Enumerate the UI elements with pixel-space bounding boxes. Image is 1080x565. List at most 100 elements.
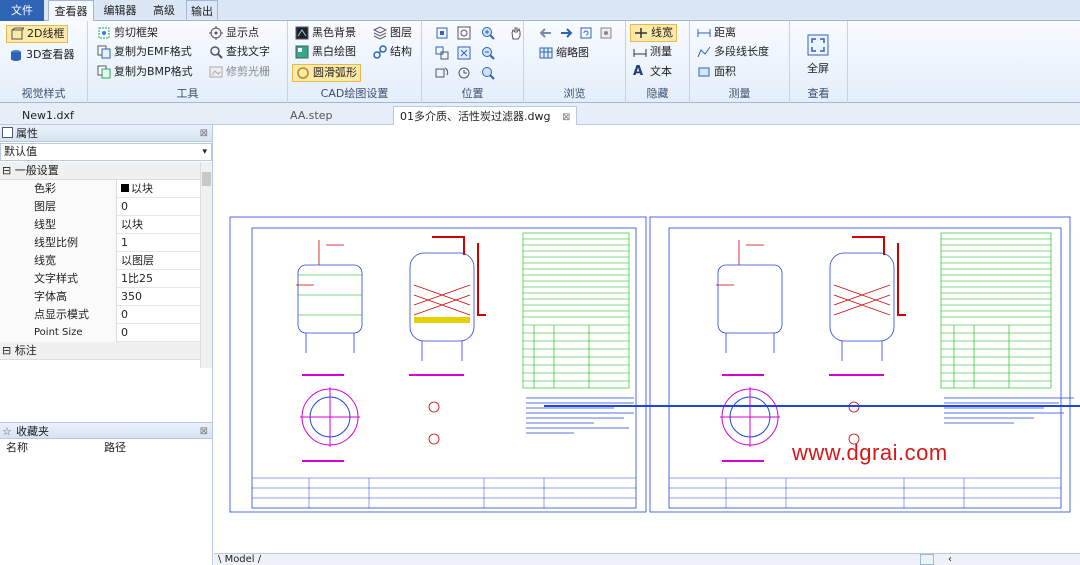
measure-toggle-button[interactable]: 测量 xyxy=(630,43,675,61)
property-grid: ⊟ 一般设置 色彩 以块 图层 0 线型 以块 线型比例 1 线宽 以图层 文字样式 1比2… xyxy=(0,162,212,368)
property-row[interactable]: 线宽 以图层 xyxy=(0,252,212,270)
text-toggle-button[interactable]: A 文本 xyxy=(630,63,675,81)
property-row[interactable]: 线型比例 1 xyxy=(0,234,212,252)
property-row[interactable]: 文字样式 1比25 xyxy=(0,270,212,288)
zoom-extents-icon[interactable] xyxy=(456,26,472,40)
property-row[interactable]: 点显示模式 0 xyxy=(0,306,212,324)
area-label: 面积 xyxy=(714,65,736,78)
model-tab-label: Model xyxy=(224,554,255,565)
zoom-realtime-icon[interactable] xyxy=(480,66,496,80)
tab-editor[interactable]: 编辑器 xyxy=(98,0,142,21)
copy-bmp-icon xyxy=(97,65,111,79)
bw-drawing-button[interactable]: 黑白绘图 xyxy=(292,43,359,61)
copy-emf-label: 复制为EMF格式 xyxy=(114,45,192,58)
model-tab[interactable]: \ Model / xyxy=(218,554,261,565)
drawing-sheet xyxy=(229,216,647,513)
group-cad-settings: 黑色背景 黑白绘图 圆滑弧形 图层 结构 CAD绘图设置 xyxy=(288,21,422,103)
arrow-right-icon[interactable] xyxy=(558,26,574,40)
property-row[interactable]: Point Size 0 xyxy=(0,324,212,342)
pan-hand-icon[interactable] xyxy=(508,26,524,40)
property-value: 以块 xyxy=(119,180,153,198)
property-name: 线型比例 xyxy=(0,234,117,252)
tab-output[interactable]: 输出 xyxy=(186,0,218,21)
clip-frame-button[interactable]: 剪切框架 xyxy=(94,24,161,42)
fullscreen-icon xyxy=(807,34,829,56)
section-annotation-label: 标注 xyxy=(14,344,37,357)
property-row[interactable]: 图层 0 xyxy=(0,198,212,216)
thumbnail-button[interactable]: 缩略图 xyxy=(536,44,592,62)
section-annotation[interactable]: ⊟ 标注 xyxy=(0,342,212,360)
chevron-left-icon[interactable]: ‹ xyxy=(948,554,952,565)
area-button[interactable]: 面积 xyxy=(694,63,739,81)
zoom-in-icon[interactable] xyxy=(480,26,496,40)
trim-raster-button[interactable]: 修剪光栅 xyxy=(206,63,273,81)
line-width-icon xyxy=(635,28,647,38)
polyline-length-icon xyxy=(697,46,711,58)
tab-advanced[interactable]: 高级 xyxy=(146,0,182,21)
document-tab-bar: New1.dxf AA.step 01多介质、活性炭过滤器.dwg ⊠ xyxy=(0,103,1080,125)
property-value: 以块 xyxy=(121,218,143,231)
property-row[interactable]: 色彩 以块 xyxy=(0,180,212,198)
text-toggle-label: 文本 xyxy=(650,65,672,78)
rotate-view-icon[interactable] xyxy=(434,46,450,60)
polyline-length-button[interactable]: 多段线长度 xyxy=(694,43,772,61)
group-label-hide: 隐藏 xyxy=(646,87,669,100)
print-preview-icon[interactable] xyxy=(598,26,614,40)
close-icon[interactable]: ⊠ xyxy=(200,423,208,440)
group-label-cad-settings: CAD绘图设置 xyxy=(320,87,389,100)
doc-tab-filter-dwg[interactable]: 01多介质、活性炭过滤器.dwg ⊠ xyxy=(393,106,578,125)
zoom-fit-icon[interactable] xyxy=(456,46,472,60)
ribbon-tab-bar: 文件 查看器 编辑器 高级 输出 xyxy=(0,0,1080,22)
close-tab-icon[interactable]: ⊠ xyxy=(562,112,570,123)
distance-button[interactable]: 距离 xyxy=(694,24,739,42)
refresh-icon[interactable] xyxy=(578,26,594,40)
doc-tab-step[interactable]: AA.step xyxy=(284,106,338,125)
section-general[interactable]: ⊟ 一般设置 xyxy=(0,162,212,180)
zoom-out-icon[interactable] xyxy=(480,46,496,60)
left-panel: 属性 ⊠ 默认值 ▾ ⊟ 一般设置 色彩 以块 图层 0 线型 以块 线型比例 1 线宽… xyxy=(0,125,213,565)
viewer-3d-label: 3D查看器 xyxy=(26,48,75,61)
property-name: 字体高 xyxy=(0,288,117,306)
drawing-canvas[interactable]: www.dgrai.com xyxy=(214,125,1080,553)
scroll-left-box[interactable] xyxy=(920,554,934,565)
show-points-icon xyxy=(209,26,223,40)
arrow-left-icon[interactable] xyxy=(538,26,554,40)
favorites-col-path[interactable]: 路径 xyxy=(104,439,126,457)
rotate-cw-icon[interactable] xyxy=(434,66,450,80)
wireframe-2d-button[interactable]: 2D线框 xyxy=(6,25,69,43)
layers-button[interactable]: 图层 xyxy=(370,24,415,42)
property-value: 0 xyxy=(121,308,128,321)
black-background-button[interactable]: 黑色背景 xyxy=(292,24,359,42)
smooth-arc-button[interactable]: 圆滑弧形 xyxy=(292,64,361,82)
scrollbar-thumb[interactable] xyxy=(202,172,211,186)
find-text-button[interactable]: 查找文字 xyxy=(206,43,273,61)
fullscreen-button[interactable]: 全屏 xyxy=(798,33,838,76)
property-name: 文字样式 xyxy=(0,270,117,288)
group-tools: 剪切框架 复制为EMF格式 复制为BMP格式 显示点 查找文字 修剪光栅 工具 xyxy=(88,21,288,103)
tab-file[interactable]: 文件 xyxy=(0,0,44,21)
zoom-previous-icon[interactable] xyxy=(456,66,472,80)
zoom-window-icon[interactable] xyxy=(434,26,450,40)
close-icon[interactable]: ⊠ xyxy=(200,125,208,142)
property-row[interactable]: 线型 以块 xyxy=(0,216,212,234)
favorites-col-name[interactable]: 名称 xyxy=(6,439,28,457)
structure-label: 结构 xyxy=(390,45,412,58)
tab-viewer[interactable]: 查看器 xyxy=(48,0,94,22)
show-points-button[interactable]: 显示点 xyxy=(206,24,262,42)
structure-button[interactable]: 结构 xyxy=(370,43,415,61)
property-row[interactable]: 字体高 350 xyxy=(0,288,212,306)
layers-icon xyxy=(373,26,387,40)
line-width-button[interactable]: 线宽 xyxy=(630,24,677,42)
copy-bmp-button[interactable]: 复制为BMP格式 xyxy=(94,63,196,81)
property-scrollbar[interactable] xyxy=(200,162,212,368)
favorites-title: 收藏夹 xyxy=(16,425,49,438)
doc-tab-new1[interactable]: New1.dxf xyxy=(16,106,80,125)
group-measure: 距离 多段线长度 面积 测量 xyxy=(690,21,790,103)
copy-emf-button[interactable]: 复制为EMF格式 xyxy=(94,43,195,61)
smooth-arc-label: 圆滑弧形 xyxy=(313,66,357,79)
properties-selector[interactable]: 默认值 ▾ xyxy=(0,143,212,161)
viewer-3d-button[interactable]: 3D查看器 xyxy=(6,46,77,64)
collapse-icon: ⊟ xyxy=(2,164,12,177)
thumbnail-icon xyxy=(539,47,553,59)
property-value: 以图层 xyxy=(121,254,154,267)
